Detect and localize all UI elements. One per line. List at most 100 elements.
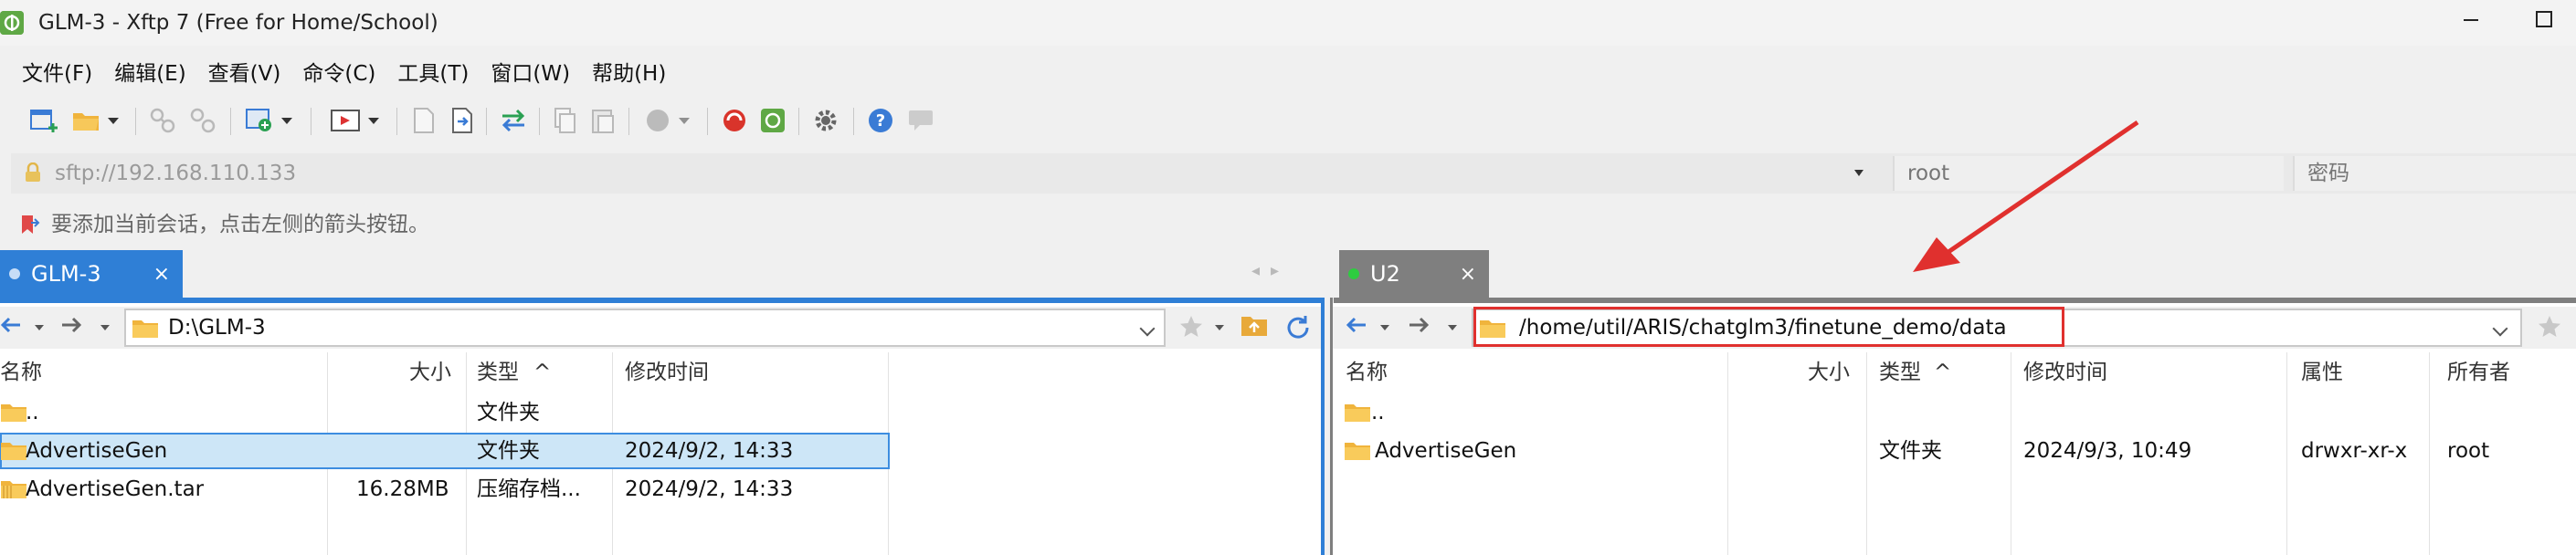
tab-label: GLM-3 (31, 261, 101, 287)
transfer-file-icon[interactable] (448, 104, 477, 137)
terminal-icon[interactable] (325, 104, 384, 137)
menu-edit[interactable]: 编辑(E) (103, 57, 196, 91)
menu-file[interactable]: 文件(F) (0, 57, 103, 91)
parent-folder-icon[interactable] (1240, 314, 1268, 341)
refresh-icon[interactable] (1284, 314, 1312, 345)
open-folder-icon[interactable] (69, 104, 121, 137)
table-row[interactable]: AdvertiseGen.tar 16.28MB 压缩存档... 2024/9/… (0, 471, 1321, 508)
bookmark-star-icon[interactable] (2537, 314, 2562, 343)
tab-label: U2 (1370, 261, 1400, 287)
help-icon[interactable]: ? (864, 104, 897, 137)
file-type: 文件夹 (477, 439, 540, 463)
sync-icon[interactable] (497, 104, 530, 137)
path-dropdown-icon[interactable] (2492, 320, 2508, 337)
file-modified: 2024/9/2, 14:33 (625, 439, 794, 463)
bookmark-arrow-icon[interactable] (18, 214, 40, 236)
file-type: 文件夹 (477, 401, 540, 424)
forward-icon[interactable] (60, 314, 82, 340)
tab-next-icon[interactable]: ▸ (1271, 261, 1290, 280)
session-properties-icon[interactable] (241, 104, 296, 137)
folder-icon (1345, 443, 1370, 460)
col-size[interactable]: 大小 (1808, 352, 1850, 393)
path-dropdown-icon[interactable] (1139, 320, 1156, 337)
back-dropdown-icon[interactable] (1380, 325, 1389, 330)
table-row[interactable]: AdvertiseGen 文件夹 2024/9/3, 10:49 drwxr-x… (1333, 433, 2576, 469)
local-path-text: D:\GLM-3 (168, 316, 266, 340)
host-address-input[interactable] (55, 153, 1873, 194)
col-modified[interactable]: 修改时间 (625, 352, 709, 393)
tab-prev-icon[interactable]: ◂ (1251, 261, 1271, 280)
sort-asc-icon: ^ (533, 361, 552, 384)
col-type[interactable]: 类型 (477, 352, 519, 393)
address-bar (11, 153, 2576, 194)
xftp-icon[interactable] (756, 104, 789, 137)
sort-asc-icon: ^ (1934, 361, 1952, 384)
col-type[interactable]: 类型 (1879, 352, 1921, 393)
password-input[interactable] (2293, 156, 2576, 191)
disconnect-icon[interactable] (186, 104, 219, 137)
session-status-dot (1348, 268, 1359, 279)
col-name[interactable]: 名称 (1346, 352, 1388, 393)
svg-text:?: ? (876, 111, 885, 131)
col-name[interactable]: 名称 (0, 352, 42, 393)
xftp-logo-icon (0, 11, 24, 35)
tab-scroll-arrows[interactable]: ◂▸ (1251, 261, 1290, 280)
title-bar: GLM-3 - Xftp 7 (Free for Home/School) (0, 0, 2576, 46)
file-name: AdvertiseGen.tar (26, 477, 205, 501)
copy-icon[interactable] (550, 104, 579, 137)
table-row[interactable]: .. 文件夹 (0, 394, 1321, 431)
menu-view[interactable]: 查看(V) (197, 57, 292, 91)
menu-command[interactable]: 命令(C) (291, 57, 386, 91)
remote-column-header: 名称 大小 类型 ^ 修改时间 属性 所有者 (1333, 352, 2576, 393)
tab-close-icon[interactable]: × (1460, 263, 1476, 286)
address-dropdown-icon[interactable] (1854, 170, 1863, 176)
menu-window[interactable]: 窗口(W) (480, 57, 581, 91)
file-modified: 2024/9/2, 14:33 (625, 477, 794, 501)
file-name: AdvertiseGen (26, 439, 168, 463)
col-modified[interactable]: 修改时间 (2023, 352, 2107, 393)
file-name: AdvertiseGen (1375, 439, 1517, 463)
forward-dropdown-icon[interactable] (100, 325, 110, 330)
maximize-button[interactable] (2521, 5, 2567, 40)
new-session-icon[interactable] (27, 104, 60, 137)
upload-icon[interactable] (409, 104, 438, 137)
col-size[interactable]: 大小 (409, 352, 451, 393)
menu-bar: 文件(F) 编辑(E) 查看(V) 命令(C) 工具(T) 窗口(W) 帮助(H… (0, 57, 677, 91)
options-gear-icon[interactable] (809, 104, 842, 137)
annotation-arrow-icon (1913, 120, 2139, 272)
tab-u2[interactable]: U2 × (1339, 250, 1489, 298)
chat-bubble-icon[interactable] (904, 104, 937, 137)
table-row-selected[interactable]: AdvertiseGen 文件夹 2024/9/2, 14:33 (0, 433, 890, 469)
bookmark-star-icon[interactable] (1178, 314, 1204, 343)
window-title: GLM-3 - Xftp 7 (Free for Home/School) (38, 11, 438, 35)
left-pane-border (1321, 298, 1325, 555)
folder-icon (132, 320, 158, 338)
table-row[interactable]: .. (1333, 394, 2576, 431)
local-file-pane: D:\GLM-3 名称 大小 类型 ^ 修改时间 .. 文件夹 Advertis… (0, 303, 1321, 555)
back-icon[interactable] (1346, 314, 1367, 340)
back-icon[interactable] (0, 314, 22, 340)
minimize-button[interactable] (2448, 5, 2494, 40)
xshell-icon[interactable] (718, 104, 751, 137)
col-owner[interactable]: 所有者 (2447, 352, 2510, 393)
status-globe-icon[interactable] (639, 104, 694, 137)
local-path-combobox[interactable]: D:\GLM-3 (124, 309, 1166, 347)
back-dropdown-icon[interactable] (35, 325, 44, 330)
tab-glm-3[interactable]: GLM-3 × (0, 250, 183, 298)
menu-tools[interactable]: 工具(T) (386, 57, 480, 91)
local-path-bar: D:\GLM-3 (0, 307, 1321, 349)
file-attributes: drwxr-xr-x (2301, 439, 2408, 463)
archive-icon (1, 481, 26, 498)
tab-close-icon[interactable]: × (153, 263, 170, 286)
file-modified: 2024/9/3, 10:49 (2023, 439, 2192, 463)
connect-icon[interactable] (146, 104, 179, 137)
forward-icon[interactable] (1408, 314, 1430, 340)
folder-icon (1, 443, 26, 460)
file-owner: root (2447, 439, 2490, 463)
menu-help[interactable]: 帮助(H) (581, 57, 677, 91)
col-attributes[interactable]: 属性 (2301, 352, 2343, 393)
paste-icon[interactable] (588, 104, 618, 137)
forward-dropdown-icon[interactable] (1448, 325, 1457, 330)
bookmark-dropdown-icon[interactable] (1215, 325, 1224, 330)
file-size: 16.28MB (356, 477, 449, 501)
